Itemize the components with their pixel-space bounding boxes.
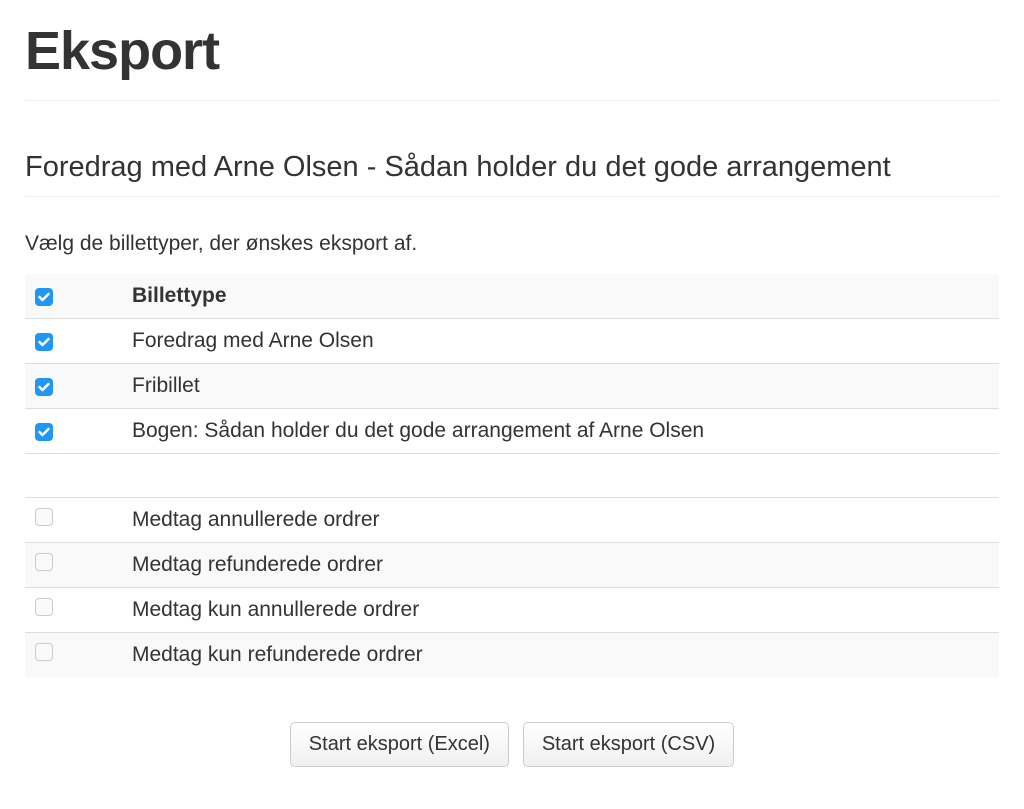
option-label: Medtag kun annullerede ordrer [120, 588, 999, 633]
ticket-type-label: Foredrag med Arne Olsen [120, 319, 999, 364]
export-csv-button[interactable]: Start eksport (CSV) [523, 722, 734, 767]
ticket-type-checkbox[interactable] [35, 423, 53, 441]
option-checkbox-refunded[interactable] [35, 553, 53, 571]
spacer-row [25, 454, 999, 498]
option-label: Medtag refunderede ordrer [120, 543, 999, 588]
export-excel-button[interactable]: Start eksport (Excel) [290, 722, 509, 767]
select-all-checkbox[interactable] [35, 288, 53, 306]
option-label: Medtag annullerede ordrer [120, 498, 999, 543]
option-checkbox-cancelled[interactable] [35, 508, 53, 526]
event-title: Foredrag med Arne Olsen - Sådan holder d… [25, 151, 999, 197]
option-checkbox-only-cancelled[interactable] [35, 598, 53, 616]
ticket-type-checkbox[interactable] [35, 378, 53, 396]
table-row: Medtag kun refunderede ordrer [25, 633, 999, 678]
ticket-type-checkbox[interactable] [35, 333, 53, 351]
table-row: Bogen: Sådan holder du det gode arrangem… [25, 409, 999, 454]
table-row: Medtag annullerede ordrer [25, 498, 999, 543]
page-title: Eksport [25, 20, 999, 82]
instruction-text: Vælg de billettyper, der ønskes eksport … [25, 232, 999, 256]
option-label: Medtag kun refunderede ordrer [120, 633, 999, 678]
divider [25, 100, 999, 101]
ticket-type-label: Fribillet [120, 364, 999, 409]
option-checkbox-only-refunded[interactable] [35, 643, 53, 661]
column-header-billettype: Billettype [120, 274, 999, 319]
table-row: Fribillet [25, 364, 999, 409]
action-button-row: Start eksport (Excel) Start eksport (CSV… [25, 712, 999, 767]
table-row: Medtag refunderede ordrer [25, 543, 999, 588]
table-row: Medtag kun annullerede ordrer [25, 588, 999, 633]
ticket-type-label: Bogen: Sådan holder du det gode arrangem… [120, 409, 999, 454]
table-header-row: Billettype [25, 274, 999, 319]
ticket-type-table: Billettype Foredrag med Arne Olsen Fribi… [25, 274, 999, 677]
table-row: Foredrag med Arne Olsen [25, 319, 999, 364]
